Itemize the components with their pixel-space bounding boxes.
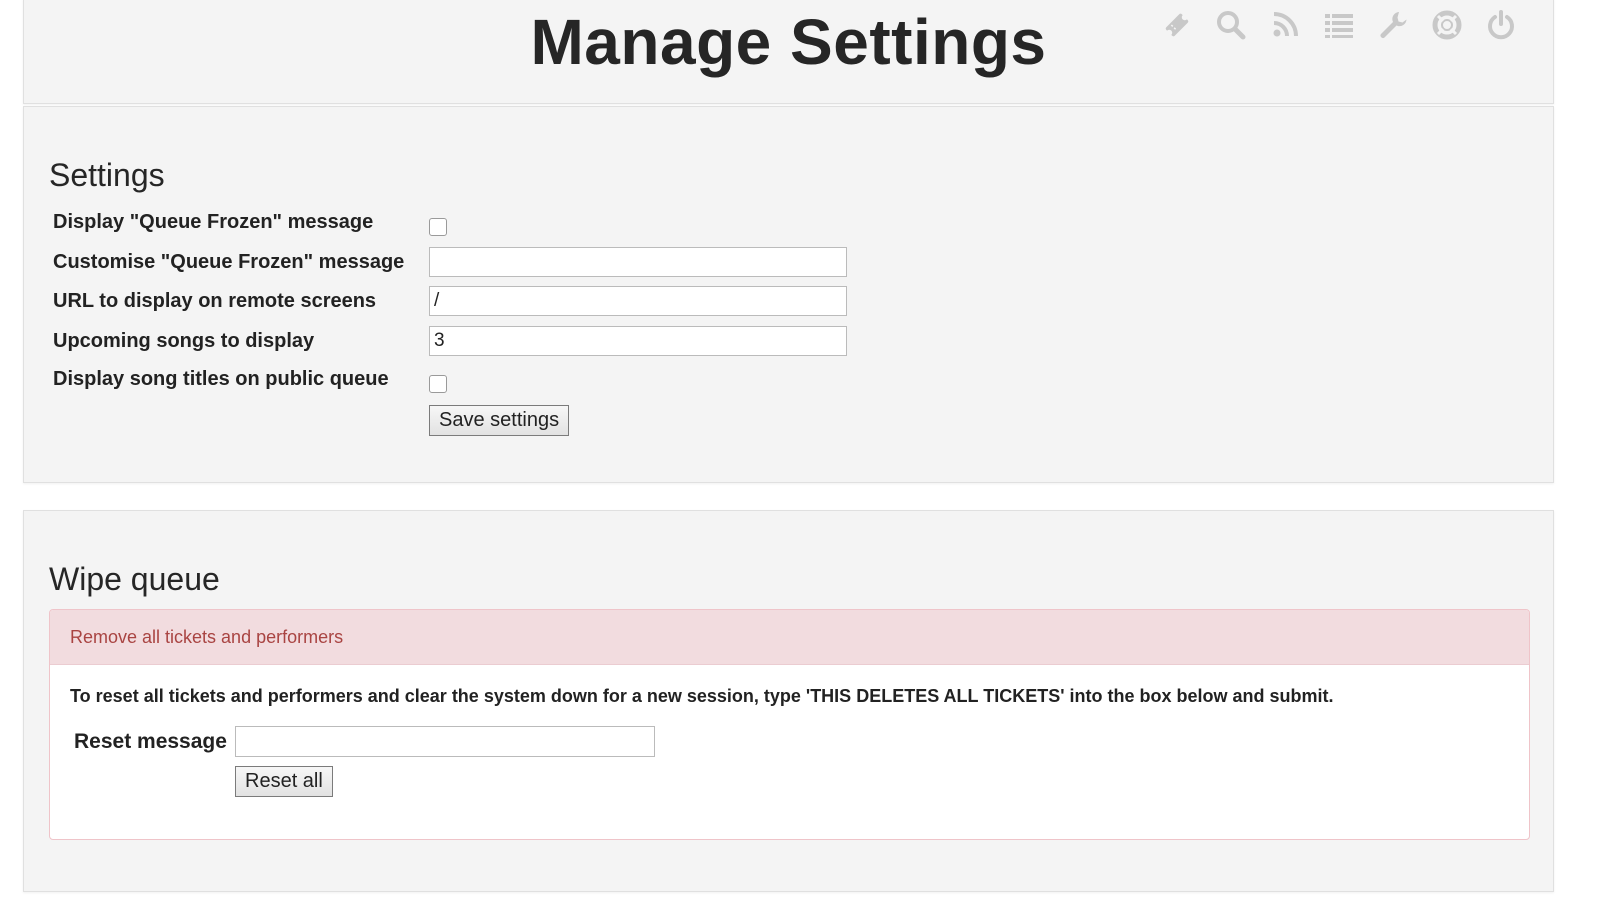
- reset-message-row: Reset message: [74, 726, 655, 757]
- song-titles-checkbox[interactable]: [429, 375, 447, 393]
- toolbar: [1157, 5, 1521, 45]
- remote-url-input[interactable]: [429, 286, 847, 316]
- settings-heading: Settings: [49, 157, 165, 193]
- save-row: Save settings: [53, 403, 570, 437]
- custom-message-label: Customise "Queue Frozen" message: [53, 250, 405, 273]
- save-settings-button[interactable]: Save settings: [429, 404, 570, 436]
- reset-all-button[interactable]: Reset all: [235, 766, 333, 797]
- wipe-queue-panel: Wipe queue Remove all tickets and perfor…: [23, 510, 1554, 892]
- wipe-instructions: To reset all tickets and performers and …: [70, 686, 1334, 706]
- rss-icon[interactable]: [1265, 5, 1305, 45]
- song-titles-row: Display song titles on public queue: [53, 362, 447, 396]
- header-panel: Manage Settings: [23, 0, 1554, 104]
- custom-message-input[interactable]: [429, 247, 847, 277]
- remote-url-row: URL to display on remote screens: [53, 284, 847, 318]
- song-titles-label: Display song titles on public queue: [53, 367, 389, 390]
- power-icon[interactable]: [1481, 5, 1521, 45]
- custom-message-row: Customise "Queue Frozen" message: [53, 245, 847, 279]
- queue-frozen-label: Display "Queue Frozen" message: [53, 210, 374, 233]
- reset-message-label: Reset message: [74, 729, 227, 753]
- upcoming-songs-label: Upcoming songs to display: [53, 329, 315, 352]
- settings-panel: Settings Display "Queue Frozen" message …: [23, 106, 1554, 483]
- wipe-queue-heading: Wipe queue: [49, 561, 220, 597]
- wrench-icon[interactable]: [1373, 5, 1413, 45]
- upcoming-songs-input[interactable]: [429, 326, 847, 356]
- wipe-alert-title: Remove all tickets and performers: [50, 610, 1529, 665]
- search-icon[interactable]: [1211, 5, 1251, 45]
- remote-url-label: URL to display on remote screens: [53, 289, 377, 312]
- ticket-icon[interactable]: [1157, 5, 1197, 45]
- lifebuoy-icon[interactable]: [1427, 5, 1467, 45]
- reset-message-input[interactable]: [234, 726, 655, 757]
- queue-frozen-checkbox[interactable]: [429, 218, 447, 236]
- list-icon[interactable]: [1319, 5, 1359, 45]
- queue-frozen-row: Display "Queue Frozen" message: [53, 205, 447, 239]
- wipe-alert-box: Remove all tickets and performers To res…: [49, 609, 1530, 840]
- upcoming-songs-row: Upcoming songs to display: [53, 324, 847, 358]
